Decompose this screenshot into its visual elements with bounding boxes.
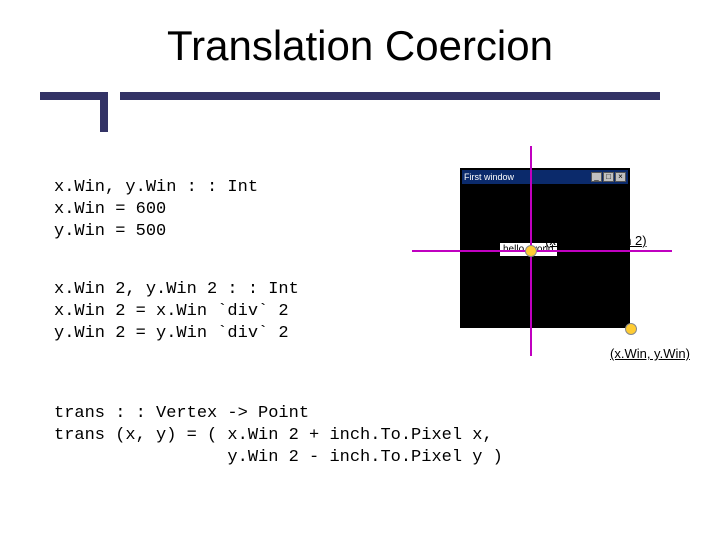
point-corner-label: (x.Win, y.Win) [610, 346, 690, 361]
horizontal-axis [412, 250, 672, 252]
maximize-icon: □ [603, 172, 614, 182]
point-corner-marker [625, 323, 637, 335]
window-buttons: _ □ × [591, 172, 626, 182]
window-mock: First window _ □ × hello, world [460, 168, 630, 328]
code-block-2: x.Win 2, y.Win 2 : : Int x.Win 2 = x.Win… [54, 279, 299, 345]
close-icon: × [615, 172, 626, 182]
point-center-marker [525, 245, 537, 257]
title-underline-notch [100, 92, 108, 132]
code-block-3: trans : : Vertex -> Point trans (x, y) =… [54, 403, 503, 469]
window-title: First window [464, 172, 514, 182]
title-underline [40, 92, 660, 100]
coordinate-figure: First window _ □ × hello, world (x.Win 2… [420, 158, 680, 378]
point-center-label: (x.Win 2, y.Win 2) [545, 233, 647, 248]
slide: Translation Coercion x.Win, y.Win : : In… [0, 0, 720, 540]
window-titlebar: First window _ □ × [462, 170, 628, 184]
code-block-1: x.Win, y.Win : : Int x.Win = 600 y.Win =… [54, 177, 258, 243]
minimize-icon: _ [591, 172, 602, 182]
slide-title: Translation Coercion [0, 22, 720, 70]
